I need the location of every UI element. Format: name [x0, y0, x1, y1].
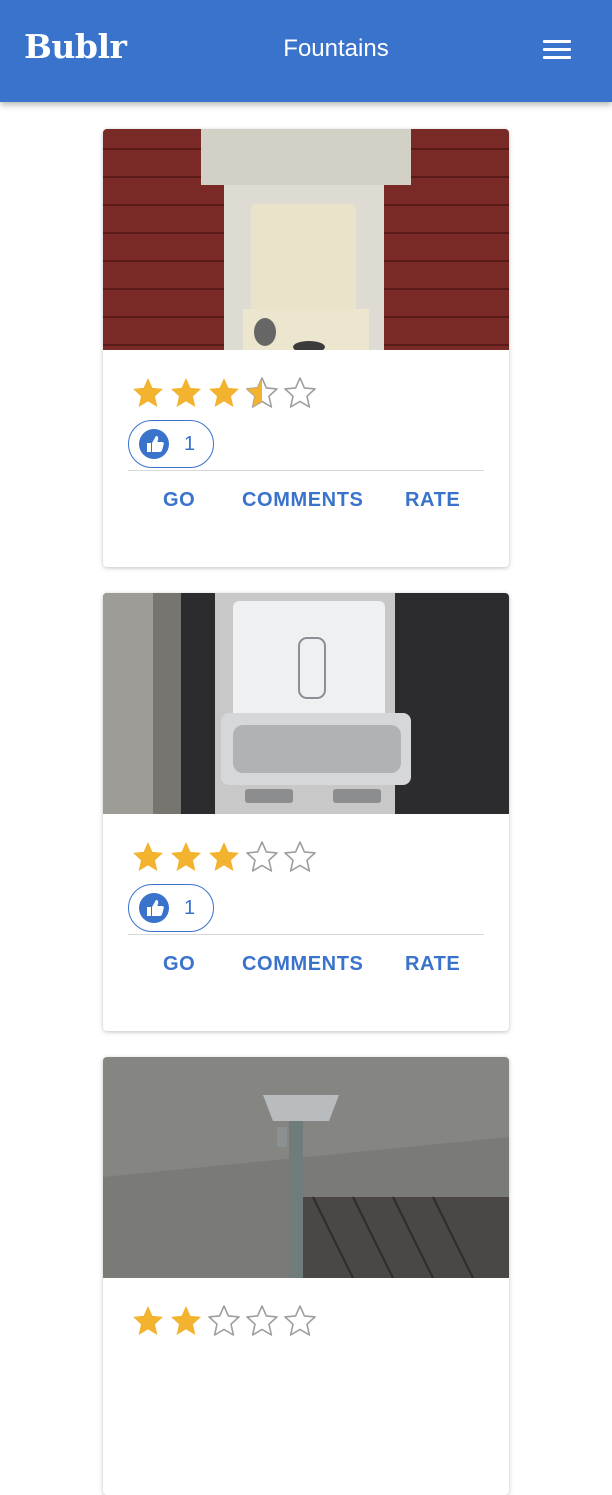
star-icon	[284, 377, 316, 408]
app-bar: Bublr Fountains	[0, 0, 612, 102]
star-icon	[133, 378, 163, 407]
like-button[interactable]: 1	[128, 884, 214, 932]
rate-button[interactable]: RATE	[405, 489, 460, 512]
star-icon	[133, 842, 163, 871]
fountain-photo[interactable]	[103, 129, 509, 350]
star-icon	[209, 842, 239, 871]
fountain-card: 1 GO COMMENTS RATE	[103, 593, 509, 1031]
app-logo[interactable]: Bublr	[24, 27, 127, 66]
star-icon	[284, 841, 316, 872]
fountain-photo[interactable]	[103, 1057, 509, 1278]
star-rating	[130, 839, 330, 875]
star-icon	[246, 377, 278, 408]
go-button[interactable]: GO	[163, 489, 195, 512]
fountain-card: 1 GO COMMENTS RATE	[103, 129, 509, 567]
star-rating	[130, 375, 330, 411]
divider	[128, 470, 484, 471]
star-icon	[171, 378, 201, 407]
hamburger-menu-icon[interactable]	[536, 31, 578, 67]
fountain-card	[103, 1057, 509, 1495]
comments-button[interactable]: COMMENTS	[242, 489, 363, 512]
rate-button[interactable]: RATE	[405, 953, 460, 976]
like-count: 1	[184, 433, 196, 455]
thumbs-up-icon	[139, 893, 169, 923]
comments-button[interactable]: COMMENTS	[242, 953, 363, 976]
fountain-photo[interactable]	[103, 593, 509, 814]
star-icon	[208, 1305, 240, 1336]
star-icon	[171, 842, 201, 871]
go-button[interactable]: GO	[163, 953, 195, 976]
star-rating	[130, 1303, 330, 1339]
star-icon	[284, 1305, 316, 1336]
divider	[128, 934, 484, 935]
like-count: 1	[184, 897, 196, 919]
star-icon	[246, 841, 278, 872]
thumbs-up-icon	[139, 429, 169, 459]
star-icon	[133, 1306, 163, 1335]
star-icon	[171, 1306, 201, 1335]
star-icon	[246, 1305, 278, 1336]
like-button[interactable]: 1	[128, 420, 214, 468]
star-icon	[209, 378, 239, 407]
